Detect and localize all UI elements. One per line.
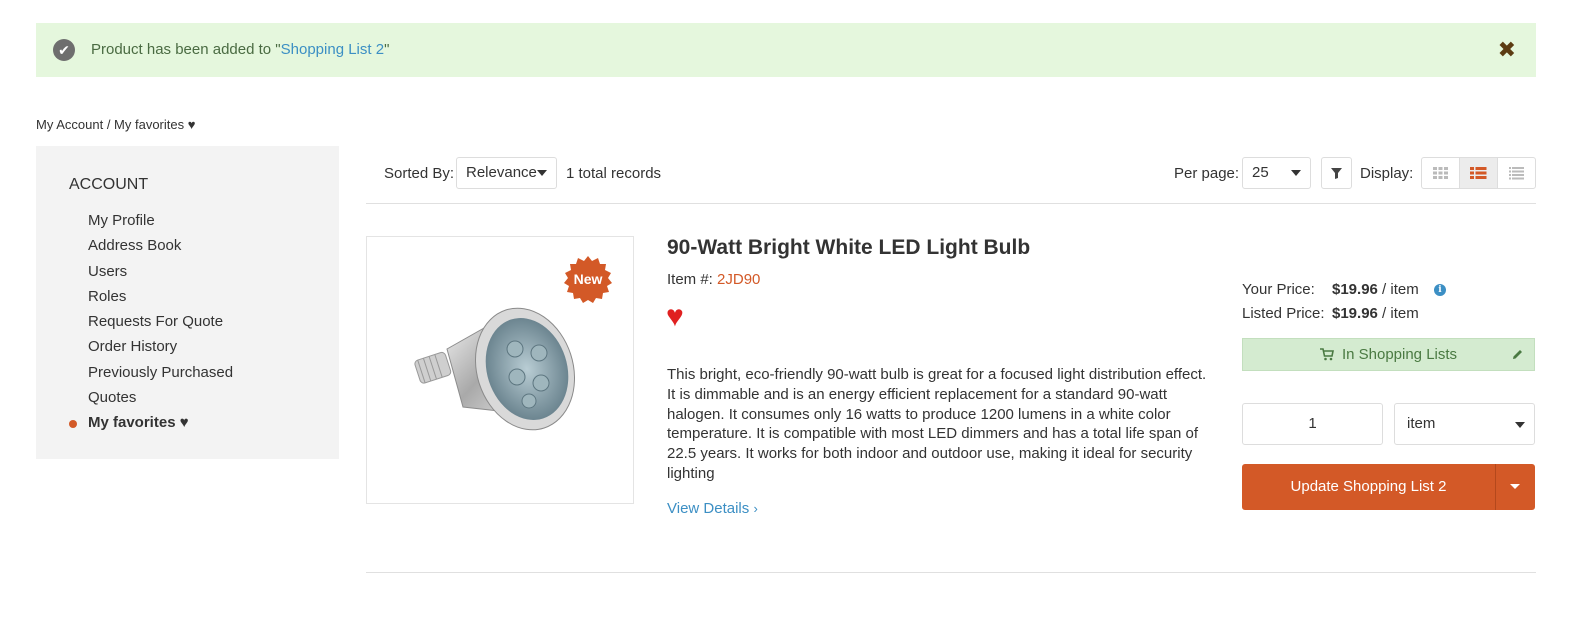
breadcrumb-my-account[interactable]: My Account xyxy=(36,117,103,132)
info-icon[interactable]: i xyxy=(1434,284,1446,296)
in-shopping-lists-label: In Shopping Lists xyxy=(1341,346,1458,363)
sidebar-item-requests-for-quote[interactable]: Requests For Quote xyxy=(88,311,233,336)
row-divider xyxy=(366,572,1536,573)
per-page-value: 25 xyxy=(1252,164,1269,181)
listed-price-amount: $19.96 xyxy=(1332,305,1378,322)
sidebar-item-my-profile[interactable]: My Profile xyxy=(88,210,233,235)
your-price-label: Your Price: xyxy=(1242,281,1315,298)
button-divider xyxy=(1495,464,1496,510)
success-notification: ✔ Product has been added to "Shopping Li… xyxy=(36,23,1536,77)
listed-price-value: $19.96 / item xyxy=(1332,302,1419,326)
chevron-down-icon xyxy=(1291,170,1301,176)
filter-button[interactable] xyxy=(1321,157,1352,189)
listed-price-unit: / item xyxy=(1377,305,1419,322)
product-image[interactable]: New xyxy=(366,236,634,504)
update-shopping-list-button[interactable]: Update Shopping List 2 xyxy=(1242,464,1535,510)
check-circle-icon: ✔ xyxy=(53,39,75,61)
breadcrumb-current: My favorites ♥ xyxy=(114,117,196,132)
display-grid-button[interactable] xyxy=(1422,158,1460,188)
listed-price-label: Listed Price: xyxy=(1242,305,1325,322)
display-mode-group xyxy=(1421,157,1536,189)
your-price-value: $19.96 / item xyxy=(1332,278,1419,302)
filter-icon xyxy=(1331,168,1342,179)
per-page-select[interactable]: 25 xyxy=(1242,157,1311,189)
list-toolbar: Sorted By: Relevance 1 total records Per… xyxy=(366,155,1536,204)
your-price-unit: / item xyxy=(1377,281,1419,298)
notification-suffix: " xyxy=(384,41,390,58)
display-list-button[interactable] xyxy=(1460,158,1498,188)
breadcrumb-separator: / xyxy=(103,117,115,132)
item-number-label: Item #: xyxy=(667,271,713,288)
pencil-icon[interactable] xyxy=(1511,348,1524,361)
sort-select[interactable]: Relevance xyxy=(456,157,557,189)
sorted-by-label: Sorted By: xyxy=(384,165,455,182)
quantity-input[interactable]: 1 xyxy=(1242,403,1383,445)
item-number: Item #: 2JD90 xyxy=(667,271,760,288)
account-sidebar: ACCOUNT My Profile Address Book Users Ro… xyxy=(36,146,339,459)
sidebar-menu: My Profile Address Book Users Roles Requ… xyxy=(68,210,233,438)
cart-icon xyxy=(1319,348,1334,361)
sidebar-heading: ACCOUNT xyxy=(69,176,149,193)
breadcrumb: My Account / My favorites ♥ xyxy=(36,117,195,132)
compact-list-icon xyxy=(1509,167,1524,180)
favorite-heart-icon[interactable]: ♥ xyxy=(666,300,684,334)
sidebar-item-order-history[interactable]: Order History xyxy=(88,336,233,361)
chevron-down-icon xyxy=(1515,422,1525,428)
display-label: Display: xyxy=(1360,165,1414,182)
chevron-down-icon xyxy=(537,170,547,176)
dropdown-caret-icon[interactable] xyxy=(1510,484,1520,489)
grid-icon xyxy=(1433,167,1448,179)
notification-prefix: Product has been added to " xyxy=(91,41,281,58)
unit-select-value: item xyxy=(1407,415,1436,432)
product-description: This bright, eco-friendly 90-watt bulb i… xyxy=(667,366,1207,482)
display-compact-button[interactable] xyxy=(1498,158,1535,188)
sidebar-item-quotes[interactable]: Quotes xyxy=(88,387,233,412)
chevron-right-icon: › xyxy=(753,501,758,516)
sidebar-item-roles[interactable]: Roles xyxy=(88,286,233,311)
sort-select-value: Relevance xyxy=(466,164,537,181)
per-page-label: Per page: xyxy=(1174,165,1240,182)
item-number-value: 2JD90 xyxy=(717,271,761,288)
total-records: 1 total records xyxy=(566,165,662,182)
sidebar-item-users[interactable]: Users xyxy=(88,261,233,286)
update-shopping-list-label: Update Shopping List 2 xyxy=(1290,478,1447,495)
sidebar-item-previously-purchased[interactable]: Previously Purchased xyxy=(88,362,233,387)
close-icon[interactable]: ✖ xyxy=(1498,39,1516,61)
view-details-label: View Details xyxy=(667,500,750,517)
sidebar-item-my-favorites[interactable]: My favorites ♥ xyxy=(68,412,233,437)
view-details-link[interactable]: View Details › xyxy=(667,500,758,517)
unit-select[interactable]: item xyxy=(1394,403,1535,445)
product-title[interactable]: 90-Watt Bright White LED Light Bulb xyxy=(667,236,1030,260)
sidebar-item-address-book[interactable]: Address Book xyxy=(88,235,233,260)
shopping-list-link[interactable]: Shopping List 2 xyxy=(281,41,384,58)
your-price-amount: $19.96 xyxy=(1332,281,1378,298)
new-badge-label: New xyxy=(573,271,603,287)
in-shopping-lists-button[interactable]: In Shopping Lists xyxy=(1242,338,1535,371)
list-icon xyxy=(1470,167,1487,179)
notification-message: Product has been added to "Shopping List… xyxy=(91,41,389,58)
